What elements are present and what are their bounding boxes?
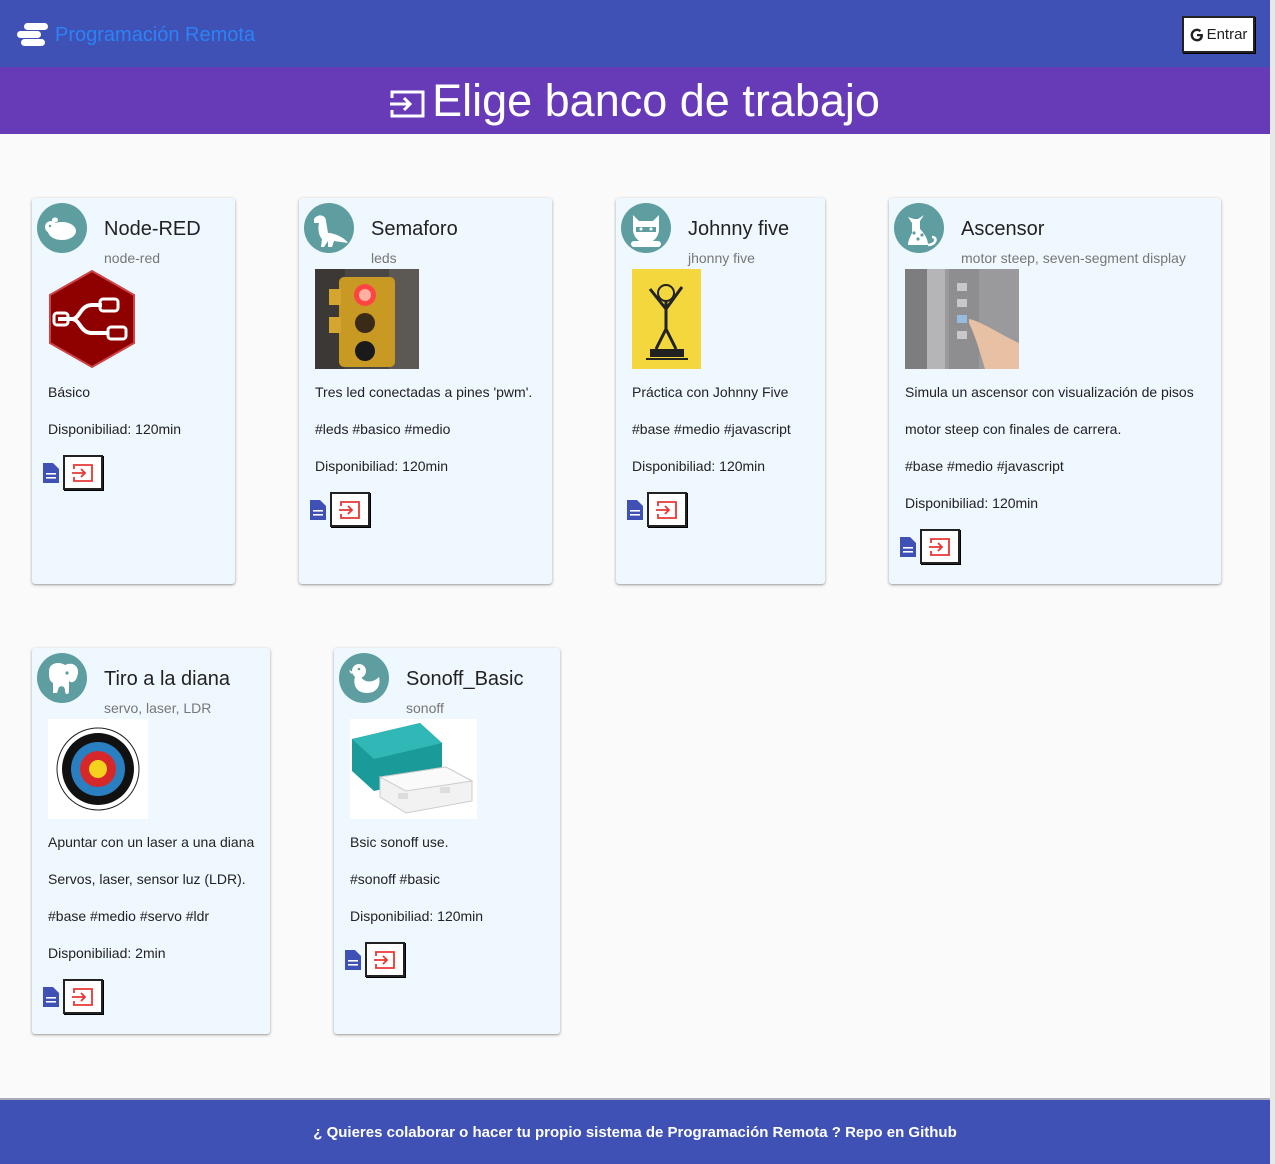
document-icon[interactable] bbox=[43, 986, 59, 1007]
card-line: Tres led conectadas a pines 'pwm'. bbox=[315, 384, 533, 400]
card-body: Bsic sonoff use. #sonoff #basic Disponib… bbox=[345, 833, 484, 977]
card-title: Ascensor bbox=[961, 218, 1045, 240]
card-line: Apuntar con un laser a una diana bbox=[48, 834, 255, 850]
sonoff-device-image bbox=[350, 719, 477, 819]
card-body: Tres led conectadas a pines 'pwm'. #leds… bbox=[310, 383, 533, 527]
document-icon[interactable] bbox=[345, 949, 361, 970]
workbench-card-semaforo: Semaforo leds Tres led conectadas a pine… bbox=[299, 198, 552, 584]
login-button[interactable]: Entrar bbox=[1182, 16, 1255, 53]
card-line: Servos, laser, sensor luz (LDR). bbox=[48, 871, 246, 887]
card-line: Disponibiliad: 120min bbox=[632, 458, 766, 474]
enter-icon bbox=[390, 90, 425, 117]
card-line: Bsic sonoff use. bbox=[350, 834, 449, 850]
card-subtitle: jhonny five bbox=[688, 250, 755, 266]
enter-icon bbox=[72, 463, 93, 482]
card-actions bbox=[43, 455, 181, 490]
card-line: #sonoff #basic bbox=[350, 871, 441, 887]
brand-title: Programación Remota bbox=[55, 23, 256, 46]
card-subtitle: sonoff bbox=[406, 700, 444, 716]
enter-icon bbox=[929, 537, 950, 556]
card-title: Tiro a la diana bbox=[104, 668, 230, 690]
brand-link[interactable]: Programación Remota bbox=[16, 22, 255, 48]
card-title: Semaforo bbox=[371, 218, 458, 240]
card-line: #base #medio #servo #ldr bbox=[48, 908, 210, 924]
card-line: motor steep con finales de carrera. bbox=[905, 421, 1122, 437]
google-icon bbox=[1190, 28, 1203, 41]
workbench-card-tiro-a-la-diana: Tiro a la diana servo, laser, LDR Apunta… bbox=[32, 648, 270, 1034]
duck-avatar bbox=[339, 653, 389, 703]
enter-icon bbox=[339, 500, 360, 519]
window-edge bbox=[1270, 0, 1275, 1164]
card-actions bbox=[310, 492, 532, 527]
card-line: Disponibiliad: 120min bbox=[350, 908, 484, 924]
leopard-avatar bbox=[894, 203, 944, 253]
card-actions bbox=[900, 529, 1194, 564]
card-line: Básico bbox=[48, 384, 91, 400]
enter-workbench-button[interactable] bbox=[920, 529, 960, 564]
node-red-logo-image bbox=[48, 269, 136, 369]
enter-workbench-button[interactable] bbox=[365, 942, 405, 977]
enter-workbench-button[interactable] bbox=[63, 455, 103, 490]
stack-logo-icon bbox=[17, 23, 48, 46]
page-title-bar: Elige banco de trabajo bbox=[0, 67, 1270, 134]
traffic-light-image bbox=[315, 269, 419, 369]
card-line: #base #medio #javascript bbox=[632, 421, 791, 437]
card-body: Simula un ascensor con visualización de … bbox=[900, 383, 1194, 564]
elephant-avatar bbox=[37, 653, 87, 703]
card-line: Disponibiliad: 2min bbox=[48, 945, 166, 961]
card-actions bbox=[627, 492, 791, 527]
document-icon[interactable] bbox=[310, 499, 326, 520]
enter-icon bbox=[72, 987, 93, 1006]
document-icon[interactable] bbox=[627, 499, 643, 520]
archery-target-image bbox=[48, 719, 148, 819]
login-label: Entrar bbox=[1206, 26, 1248, 43]
card-line: Disponibiliad: 120min bbox=[905, 495, 1039, 511]
card-line: Disponibiliad: 120min bbox=[48, 421, 182, 437]
elevator-panel-image bbox=[905, 269, 1019, 369]
workbench-card-ascensor: Ascensor motor steep, seven-segment disp… bbox=[889, 198, 1221, 584]
enter-workbench-button[interactable] bbox=[63, 979, 103, 1014]
card-title: Node-RED bbox=[104, 218, 201, 240]
page-title: Elige banco de trabajo bbox=[432, 74, 880, 126]
card-body: Básico Disponibiliad: 120min bbox=[43, 383, 182, 490]
footer: ¿ Quieres colaborar o hacer tu propio si… bbox=[0, 1098, 1270, 1164]
card-line: Simula un ascensor con visualización de … bbox=[905, 384, 1194, 400]
card-line: #base #medio #javascript bbox=[905, 458, 1064, 474]
workbench-card-johnny-five: Johnny five jhonny five Práctica con Joh… bbox=[616, 198, 825, 584]
github-repo-link[interactable]: ¿ Quieres colaborar o hacer tu propio si… bbox=[313, 1124, 956, 1141]
workbench-card-node-red: Node-RED node-red Básico Disponibiliad: … bbox=[32, 198, 235, 584]
dinosaur-avatar bbox=[304, 203, 354, 253]
enter-icon bbox=[374, 950, 395, 969]
card-line: #leds #basico #medio bbox=[315, 421, 451, 437]
card-title: Johnny five bbox=[688, 218, 790, 240]
document-icon[interactable] bbox=[900, 536, 916, 557]
card-line: Disponibiliad: 120min bbox=[315, 458, 449, 474]
card-actions bbox=[345, 942, 483, 977]
card-body: Apuntar con un laser a una diana Servos,… bbox=[43, 833, 255, 1014]
card-line: Práctica con Johnny Five bbox=[632, 384, 789, 400]
card-title: Sonoff_Basic bbox=[406, 668, 524, 690]
card-subtitle: leds bbox=[371, 250, 397, 266]
enter-workbench-button[interactable] bbox=[647, 492, 687, 527]
johnny-five-robot-image bbox=[632, 269, 701, 369]
card-subtitle: servo, laser, LDR bbox=[104, 700, 212, 716]
enter-icon bbox=[656, 500, 677, 519]
document-icon[interactable] bbox=[43, 462, 59, 483]
card-body: Práctica con Johnny Five #base #medio #j… bbox=[627, 383, 791, 527]
hamster-avatar bbox=[37, 203, 87, 253]
card-subtitle: node-red bbox=[104, 250, 161, 266]
card-subtitle: motor steep, seven-segment display bbox=[961, 250, 1186, 266]
raccoon-avatar bbox=[621, 203, 671, 253]
top-app-bar: Programación Remota Entrar bbox=[0, 0, 1270, 67]
card-actions bbox=[43, 979, 254, 1014]
workbench-card-sonoff-basic: Sonoff_Basic sonoff Bsic sonoff use. #so… bbox=[334, 648, 560, 1034]
enter-workbench-button[interactable] bbox=[330, 492, 370, 527]
